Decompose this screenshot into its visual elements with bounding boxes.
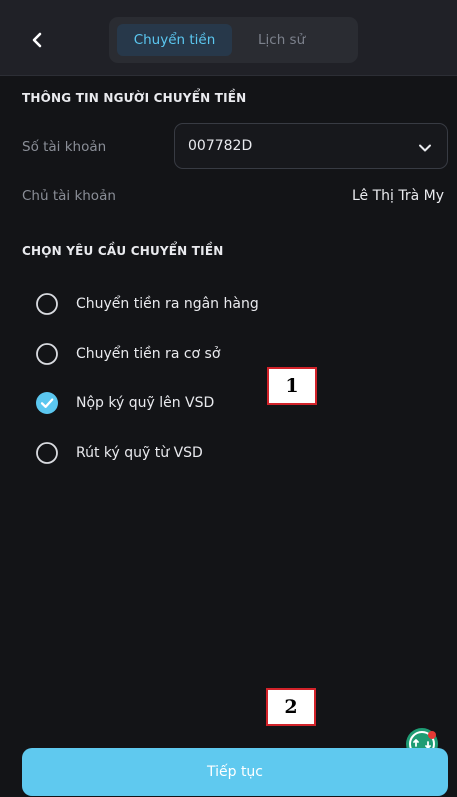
account-number-label: Số tài khoản: [22, 139, 107, 155]
account-holder-value: Lê Thị Trà My: [351, 188, 444, 204]
option-withdraw-margin-vsd[interactable]: Rút ký quỹ từ VSD: [35, 440, 203, 466]
option-transfer-to-bank[interactable]: Chuyển tiền ra ngân hàng: [35, 291, 259, 317]
tab-switcher: Chuyển tiền Lịch sử: [109, 17, 358, 63]
tab-history[interactable]: Lịch sử: [248, 24, 315, 56]
back-arrow-icon[interactable]: [27, 30, 47, 50]
radio-unchecked-icon: [35, 292, 59, 316]
option-label: Chuyển tiền ra cơ sở: [76, 346, 221, 362]
option-label: Chuyển tiền ra ngân hàng: [76, 296, 259, 312]
tab-transfer[interactable]: Chuyển tiền: [117, 24, 232, 56]
continue-button[interactable]: Tiếp tục: [22, 748, 448, 796]
radio-checked-icon: [35, 391, 59, 415]
option-label: Rút ký quỹ từ VSD: [76, 445, 203, 461]
chevron-down-icon: [418, 140, 432, 154]
sender-info-title: THÔNG TIN NGƯỜI CHUYỂN TIỀN: [22, 91, 247, 105]
callout-marker-1: 1: [267, 367, 317, 405]
account-holder-label: Chủ tài khoản: [22, 188, 116, 204]
option-transfer-to-base[interactable]: Chuyển tiền ra cơ sở: [35, 341, 220, 367]
radio-unchecked-icon: [35, 342, 59, 366]
callout-marker-2: 2: [266, 688, 316, 726]
account-number-select[interactable]: 007782D: [174, 123, 448, 169]
request-type-title: CHỌN YÊU CẦU CHUYỂN TIỀN: [22, 244, 224, 258]
account-number-value: 007782D: [188, 138, 253, 154]
option-label: Nộp ký quỹ lên VSD: [76, 395, 215, 411]
option-deposit-margin-vsd[interactable]: Nộp ký quỹ lên VSD: [35, 390, 214, 416]
radio-unchecked-icon: [35, 441, 59, 465]
top-bar: Chuyển tiền Lịch sử: [0, 0, 457, 76]
